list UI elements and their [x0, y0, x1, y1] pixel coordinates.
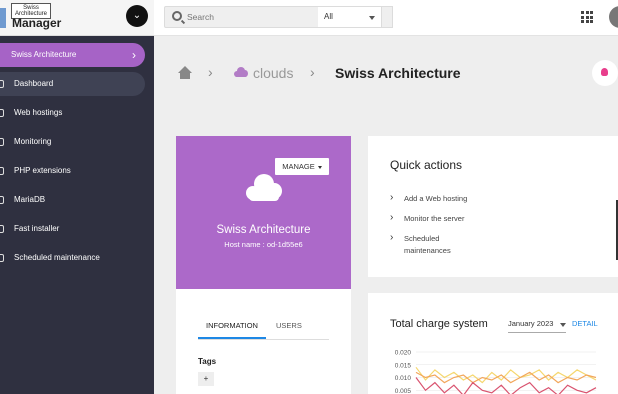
chevron-right-icon: ›: [390, 212, 394, 223]
sidebar-item-swiss-architecture[interactable]: Swiss Architecture ›: [0, 43, 145, 67]
search-icon: [172, 11, 182, 21]
sidebar-item-php-extensions[interactable]: PHP extensions: [0, 159, 145, 183]
tab-divider: [198, 339, 329, 340]
cloud-icon: [246, 172, 282, 202]
dashboard-icon: [0, 80, 4, 88]
detail-link[interactable]: DETAIL: [572, 319, 598, 328]
sidebar-item-label: Web hostings: [14, 108, 63, 117]
sidebar-item-dashboard[interactable]: Dashboard: [0, 72, 145, 96]
sidebar-item-monitoring[interactable]: Monitoring: [0, 130, 145, 154]
database-icon: [0, 196, 4, 204]
apps-grid-icon[interactable]: [581, 11, 593, 23]
sidebar-item-label: Swiss Architecture: [11, 50, 77, 59]
caret-down-icon: [560, 323, 566, 327]
breadcrumb-parent-link[interactable]: clouds: [253, 65, 293, 81]
lightbulb-icon[interactable]: [592, 60, 618, 86]
sidebar-item-label: PHP extensions: [14, 166, 71, 175]
sidebar-item-label: MariaDB: [14, 195, 46, 204]
server-summary-card: MANAGE Swiss Architecture Host name : od…: [176, 136, 351, 289]
sidebar-item-label: Fast installer: [14, 224, 60, 233]
add-tag-button[interactable]: +: [198, 372, 214, 386]
sidebar-item-fast-installer[interactable]: Fast installer: [0, 217, 145, 241]
manage-button[interactable]: MANAGE: [275, 158, 329, 175]
chevron-right-icon: ›: [132, 48, 136, 62]
cloud-icon: [234, 67, 248, 77]
quick-actions-title: Quick actions: [390, 158, 463, 172]
sidebar-item-scheduled-maintenance[interactable]: Scheduled maintenance: [0, 246, 145, 270]
breadcrumb: › clouds › Swiss Architecture: [154, 36, 618, 112]
chevron-right-icon: ›: [208, 64, 213, 80]
y-tick-label: 0.020: [395, 350, 412, 357]
chevron-down-icon[interactable]: ⌄: [126, 5, 148, 27]
series-line-2: [415, 377, 597, 394]
puzzle-icon: [0, 167, 4, 175]
monitor-icon: [0, 138, 4, 146]
rocket-icon: [0, 225, 4, 233]
caret-down-icon: [369, 16, 375, 20]
sidebar-item-label: Dashboard: [14, 79, 54, 88]
y-tick-label: 0.015: [395, 362, 412, 369]
page-title: Swiss Architecture: [335, 65, 461, 81]
filter-select[interactable]: All: [318, 6, 382, 28]
month-select-value: January 2023: [508, 319, 554, 328]
tags-label: Tags: [198, 357, 217, 366]
quick-action-label: Monitor the server: [404, 214, 465, 223]
chevron-right-icon: ›: [310, 64, 315, 80]
sidebar-item-label: Scheduled maintenance: [14, 253, 100, 262]
chevron-right-icon: ›: [390, 232, 394, 243]
quick-actions-card: Quick actions › Add a Web hosting › Moni…: [368, 136, 618, 277]
series-line-0: [415, 366, 597, 384]
calendar-icon: [0, 254, 4, 262]
topbar: All: [154, 0, 618, 36]
sidebar-item-mariadb[interactable]: MariaDB: [0, 188, 145, 212]
globe-icon: [0, 109, 4, 117]
sidebar-item-web-hostings[interactable]: Web hostings: [0, 101, 145, 125]
quick-action-label: Add a Web hosting: [404, 194, 468, 203]
server-name: Swiss Architecture: [216, 224, 311, 236]
brand-title: Manager: [12, 16, 62, 30]
chevron-right-icon: ›: [390, 192, 394, 203]
sidebar: Swiss Architecture Manager ⌄ Swiss Archit…: [0, 0, 154, 394]
filter-select-value: All: [324, 12, 333, 21]
quick-action-label: Scheduled maintenances: [404, 234, 451, 255]
y-tick-label: 0.005: [395, 388, 412, 394]
host-name: Host name : od-1d55e6: [224, 240, 303, 249]
manage-button-label: MANAGE: [282, 162, 315, 171]
tab-information[interactable]: INFORMATION: [198, 321, 266, 339]
caret-down-icon: [317, 165, 322, 169]
logo-icon: [0, 8, 6, 28]
total-charge-card: Total charge system January 2023 DETAIL …: [368, 293, 618, 394]
tab-users[interactable]: USERS: [276, 321, 302, 339]
chart-title: Total charge system: [390, 318, 488, 330]
charge-line-chart: 0.020 0.015 0.010 0.005: [395, 350, 597, 394]
month-select[interactable]: January 2023: [508, 319, 566, 333]
brand-header: Swiss Architecture Manager ⌄: [0, 0, 154, 36]
y-tick-label: 0.010: [395, 375, 412, 382]
home-icon[interactable]: [178, 66, 192, 80]
avatar[interactable]: [609, 6, 618, 28]
sidebar-item-label: Monitoring: [14, 137, 52, 146]
info-card: INFORMATION USERS Tags +: [176, 289, 351, 394]
